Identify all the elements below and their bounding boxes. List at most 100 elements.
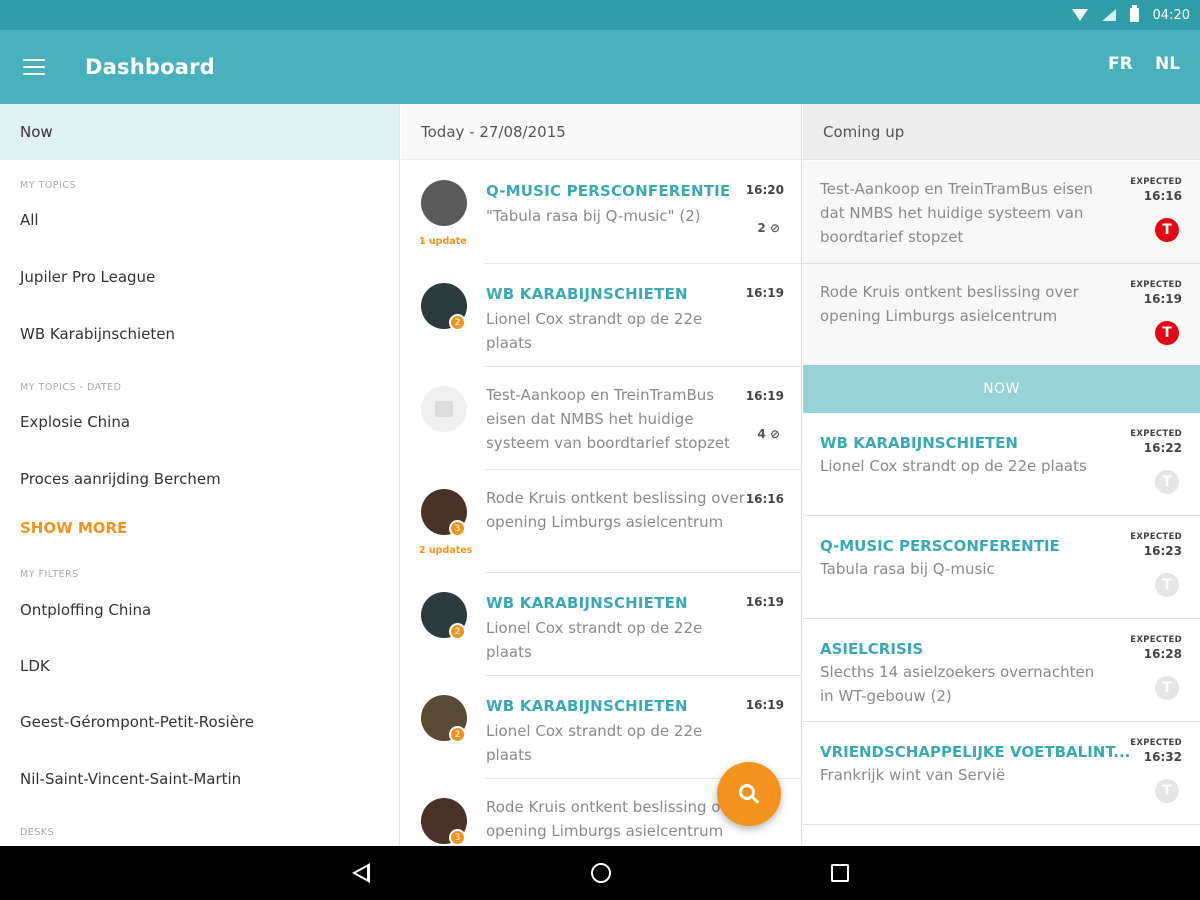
sidebar-item-filter[interactable]: LDK (0, 657, 50, 675)
status-bar: 04:20 (0, 0, 1200, 30)
recent-apps-icon[interactable] (831, 864, 849, 882)
update-badge: 2 (449, 314, 466, 331)
item-text: Rode Kruis ontkent beslissing over openi… (820, 283, 1079, 325)
sidebar-item-topic[interactable]: WB Karabijnschieten (0, 325, 175, 343)
coming-up-header: Coming up (803, 104, 1200, 160)
search-icon (739, 784, 755, 800)
coming-up-item[interactable]: ASIELCRISIS Slecths 14 asielzoekers over… (803, 619, 1200, 722)
transit-t-icon: T (1155, 676, 1179, 700)
sidebar-item-topic[interactable]: All (0, 211, 39, 229)
update-badge: 3 (449, 520, 466, 537)
item-time: 16:19 (745, 595, 784, 609)
item-title: WB KARABIJNSCHIETEN (486, 285, 688, 303)
item-time: 16:19 (745, 698, 784, 712)
feed-item[interactable]: Test-Aankoop en TreinTramBus eisen dat N… (401, 367, 801, 470)
paperclip-icon: ⊘ (769, 427, 780, 441)
coming-up-item[interactable]: Q-MUSIC PERSCONFERENTIE Tabula rasa bij … (803, 516, 1200, 619)
update-badge: 3 (449, 829, 466, 846)
update-badge: 2 (449, 623, 466, 640)
screen: 04:20 Dashboard FR NL Now MY TOPICS All … (0, 0, 1200, 900)
sidebar-item-filter[interactable]: Ontploffing China (0, 601, 151, 619)
paperclip-icon: ⊘ (769, 221, 780, 235)
item-text: Slecths 14 asielzoekers overnachten in W… (820, 663, 1095, 705)
transit-t-icon: T (1155, 573, 1179, 597)
transit-t-icon: T (1155, 321, 1179, 345)
transit-t-icon: T (1155, 779, 1179, 803)
expected-label: EXPECTED (1130, 280, 1182, 290)
expected-label: EXPECTED (1130, 532, 1182, 542)
item-title: ASIELCRISIS (820, 640, 924, 658)
transit-t-icon: T (1155, 470, 1179, 494)
show-more-link[interactable]: SHOW MORE (0, 519, 127, 537)
item-title: Q-MUSIC PERSCONFERENTIE (820, 537, 1060, 555)
item-text: "Tabula rasa bij Q-music" (2) (486, 207, 701, 225)
now-divider: NOW (803, 365, 1200, 413)
feed-item[interactable]: 1 update Q-MUSIC PERSCONFERENTIE "Tabula… (401, 161, 801, 264)
sidebar-item-now[interactable]: Now (0, 104, 399, 160)
sidebar-item-topic[interactable]: Jupiler Pro League (0, 268, 155, 286)
feed-item[interactable]: 2 WB KARABIJNSCHIETEN Lionel Cox strandt… (401, 264, 801, 367)
item-text: Frankrijk wint van Servië (820, 766, 1006, 784)
lang-fr-button[interactable]: FR (1108, 54, 1133, 74)
search-fab-button[interactable] (717, 762, 781, 826)
back-icon[interactable] (352, 863, 370, 883)
updates-label: 2 updates (419, 545, 473, 556)
battery-icon (1129, 5, 1139, 22)
item-text: Test-Aankoop en TreinTramBus eisen dat N… (486, 386, 730, 452)
item-title: WB KARABIJNSCHIETEN (486, 697, 688, 715)
sidebar-item-dated-topic[interactable]: Proces aanrijding Berchem (0, 470, 221, 488)
today-feed: Today - 27/08/2015 1 update Q-MUSIC PERS… (401, 104, 802, 846)
item-title: Q-MUSIC PERSCONFERENTIE (486, 182, 731, 200)
item-text: Lionel Cox strandt op de 22e plaats (486, 619, 703, 661)
coming-up-item[interactable]: WB KARABIJNSCHIETEN Lionel Cox strandt o… (803, 413, 1200, 516)
coming-up-item[interactable]: Test-Aankoop en TreinTramBus eisen dat N… (803, 161, 1200, 264)
item-text: Lionel Cox strandt op de 22e plaats (486, 722, 703, 764)
item-text: Test-Aankoop en TreinTramBus eisen dat N… (820, 180, 1093, 246)
item-title: WB KARABIJNSCHIETEN (486, 594, 688, 612)
expected-label: EXPECTED (1130, 738, 1182, 748)
expected-label: EXPECTED (1130, 429, 1182, 439)
home-icon[interactable] (591, 863, 611, 883)
item-text: Lionel Cox strandt op de 22e plaats (820, 457, 1087, 475)
item-text: Tabula rasa bij Q-music (820, 560, 995, 578)
item-time: 16:20 (745, 183, 784, 197)
item-time: 16:19 (745, 286, 784, 300)
feed-item[interactable]: 3 2 updates Rode Kruis ontkent beslissin… (401, 470, 801, 573)
sidebar-item-dated-topic[interactable]: Explosie China (0, 413, 130, 431)
item-text: Lionel Cox strandt op de 22e plaats (486, 310, 703, 352)
expected-time: 16:23 (1143, 544, 1182, 558)
section-my-topics: MY TOPICS (20, 180, 76, 191)
item-text: Rode Kruis ontkent beslissing over openi… (486, 489, 745, 531)
system-nav-bar (0, 846, 1200, 900)
status-time: 04:20 (1152, 7, 1190, 23)
menu-icon[interactable] (23, 59, 45, 75)
expected-label: EXPECTED (1130, 177, 1182, 187)
attachment-count: 4 ⊘ (757, 427, 780, 441)
item-text: Rode Kruis ontkent beslissing over openi… (486, 798, 745, 840)
section-desks: DESKS (20, 827, 55, 838)
app-bar: Dashboard FR NL (0, 30, 1200, 104)
expected-time: 16:32 (1143, 750, 1182, 764)
avatar (421, 180, 467, 226)
transit-t-icon: T (1155, 218, 1179, 242)
expected-time: 16:28 (1143, 647, 1182, 661)
sidebar-item-filter[interactable]: Nil-Saint-Vincent-Saint-Martin (0, 770, 241, 788)
item-time: 16:19 (745, 389, 784, 403)
sidebar-item-filter[interactable]: Geest-Gérompont-Petit-Rosière (0, 713, 254, 731)
updates-label: 1 update (419, 236, 467, 247)
section-my-topics-dated: MY TOPICS - DATED (20, 382, 122, 393)
item-title: VRIENDSCHAPPELIJKE VOETBALINT... (820, 743, 1131, 761)
feed-item[interactable]: 2 WB KARABIJNSCHIETEN Lionel Cox strandt… (401, 573, 801, 676)
signal-icon (1101, 9, 1116, 21)
item-title: WB KARABIJNSCHIETEN (820, 434, 1018, 452)
coming-up-item[interactable]: Rode Kruis ontkent beslissing over openi… (803, 264, 1200, 367)
expected-time: 16:19 (1143, 292, 1182, 306)
lang-nl-button[interactable]: NL (1155, 54, 1180, 74)
wifi-icon (1071, 9, 1088, 21)
attachment-count: 2 ⊘ (757, 221, 780, 235)
coming-up-item[interactable]: VRIENDSCHAPPELIJKE VOETBALINT... Frankri… (803, 722, 1200, 825)
feed-header: Today - 27/08/2015 (401, 104, 801, 160)
update-badge: 2 (449, 726, 466, 743)
expected-time: 16:16 (1143, 189, 1182, 203)
coming-up-panel: Coming up Test-Aankoop en TreinTramBus e… (803, 104, 1200, 846)
